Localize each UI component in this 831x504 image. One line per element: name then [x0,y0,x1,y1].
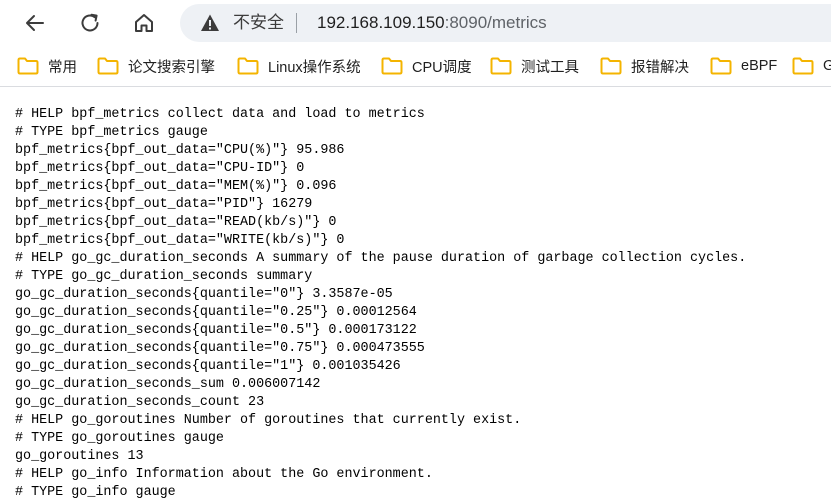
bookmark-folder-0[interactable]: 常用 [17,55,77,77]
back-button[interactable] [19,7,51,39]
browser-toolbar: 不安全 192.168.109.150:8090/metrics [0,0,831,46]
arrow-left-icon [26,15,44,31]
folder-icon [17,57,39,75]
metrics-comment-line: # HELP go_info Information about the Go … [15,467,433,482]
url-text[interactable]: 192.168.109.150:8090/metrics [317,12,547,34]
url-host: 192.168.109.150 [317,13,445,32]
metrics-text: # HELP bpf_metrics collect data and load… [15,106,746,502]
folder-icon [381,57,403,75]
address-separator [296,13,297,33]
home-button[interactable] [128,7,160,39]
metrics-value-line: go_goroutines 13 [15,449,144,464]
address-bar[interactable]: 不安全 192.168.109.150:8090/metrics [180,4,831,42]
folder-icon [710,57,732,75]
metrics-comment-line: # TYPE go_gc_duration_seconds summary [15,269,313,284]
metrics-comment-line: # TYPE go_goroutines gauge [15,431,224,446]
metrics-value-line: go_gc_duration_seconds{quantile="0.25"} … [15,305,417,320]
folder-icon [237,57,259,75]
bookmark-label: Linux操作系统 [268,59,361,76]
bookmark-label: CPU调度 [412,59,472,76]
folder-icon [97,57,119,75]
metrics-value-line: bpf_metrics{bpf_out_data="CPU(%)"} 95.98… [15,143,345,158]
bookmarks-bar: 常用 论文搜索引擎 Linux操作系统 CPU调度 测试工具 报错解决 eBPF… [0,46,831,87]
metrics-value-line: go_gc_duration_seconds{quantile="0.5"} 0… [15,323,417,338]
warning-triangle-icon[interactable] [200,13,220,33]
metrics-comment-line: # TYPE go_info gauge [15,485,176,500]
home-icon [135,14,153,32]
bookmark-label: eBPF [741,58,778,74]
url-port-path: :8090/metrics [444,13,547,32]
bookmark-label: 常用 [48,59,77,76]
page-content: # HELP bpf_metrics collect data and load… [0,87,831,504]
reload-icon [81,13,99,32]
reload-button[interactable] [74,7,106,39]
metrics-value-line: go_gc_duration_seconds{quantile="0"} 3.3… [15,287,393,302]
bookmark-label: 论文搜索引擎 [128,59,215,76]
bookmark-folder-2[interactable]: Linux操作系统 [237,55,361,77]
metrics-comment-line: # HELP go_gc_duration_seconds A summary … [15,251,747,266]
metrics-comment-line: # HELP bpf_metrics collect data and load… [15,107,425,122]
metrics-value-line: go_gc_duration_seconds{quantile="0.75"} … [15,341,425,356]
metrics-value-line: bpf_metrics{bpf_out_data="MEM(%)"} 0.096 [15,179,337,194]
bookmark-folder-5[interactable]: 报错解决 [600,55,689,77]
metrics-value-line: bpf_metrics{bpf_out_data="WRITE(kb/s)"} … [15,233,345,248]
security-label[interactable]: 不安全 [233,12,284,34]
bookmark-label: G [823,58,831,74]
bookmark-folder-6[interactable]: eBPF [710,55,777,77]
folder-icon [600,57,622,75]
metrics-value-line: bpf_metrics{bpf_out_data="PID"} 16279 [15,197,313,212]
metrics-comment-line: # HELP go_goroutines Number of goroutine… [15,413,522,428]
bookmark-folder-3[interactable]: CPU调度 [381,55,472,77]
bookmark-folder-1[interactable]: 论文搜索引擎 [97,55,215,77]
bookmark-label: 测试工具 [521,59,579,76]
bookmark-label: 报错解决 [631,59,689,76]
bookmark-folder-7[interactable]: G [792,55,831,77]
metrics-value-line: go_gc_duration_seconds{quantile="1"} 0.0… [15,359,401,374]
metrics-value-line: go_gc_duration_seconds_sum 0.006007142 [15,377,321,392]
folder-icon [792,57,814,75]
metrics-comment-line: # TYPE bpf_metrics gauge [15,125,208,140]
metrics-value-line: bpf_metrics{bpf_out_data="READ(kb/s)"} 0 [15,215,337,230]
folder-icon [490,57,512,75]
metrics-value-line: go_gc_duration_seconds_count 23 [15,395,265,410]
metrics-value-line: bpf_metrics{bpf_out_data="CPU-ID"} 0 [15,161,305,176]
bookmark-folder-4[interactable]: 测试工具 [490,55,579,77]
